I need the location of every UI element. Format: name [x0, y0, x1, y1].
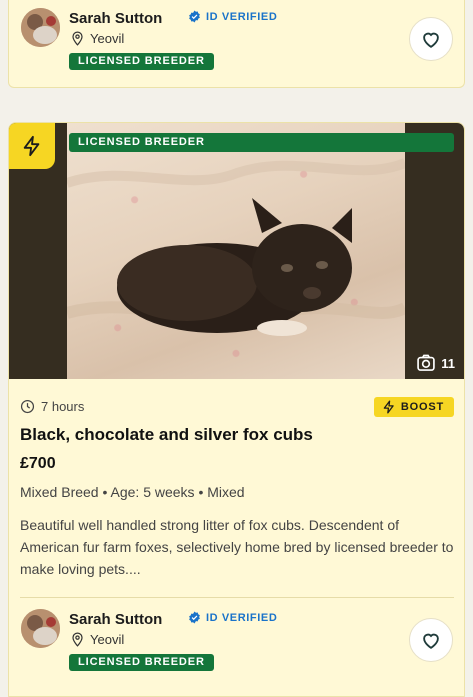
verified-check-icon — [188, 611, 201, 624]
clock-icon — [20, 399, 35, 414]
licensed-breeder-badge: LICENSED BREEDER — [69, 53, 214, 70]
avatar[interactable] — [21, 609, 60, 648]
listing-title[interactable]: Black, chocolate and silver fox cubs — [20, 425, 313, 445]
lightning-icon — [21, 135, 43, 157]
posted-time: 7 hours — [20, 399, 84, 414]
seller-name[interactable]: Sarah Sutton — [69, 10, 162, 27]
verified-check-icon — [188, 10, 201, 23]
fox-cub-image — [65, 123, 408, 379]
photo-count[interactable]: 11 — [416, 353, 455, 373]
heart-outline-icon — [420, 629, 442, 651]
boost-text: BOOST — [400, 401, 444, 413]
seller-location: Yeovil — [71, 31, 124, 46]
camera-icon — [416, 353, 436, 373]
listing-meta: Mixed Breed • Age: 5 weeks • Mixed — [20, 484, 245, 500]
boost-flag — [9, 123, 55, 169]
location-text: Yeovil — [90, 632, 125, 647]
favourite-button[interactable] — [409, 17, 453, 61]
location-pin-icon — [71, 632, 84, 647]
listing-photo[interactable]: LICENSED BREEDER 11 — [9, 123, 464, 379]
photo-licensed-breeder-badge: LICENSED BREEDER — [69, 133, 454, 152]
seller-name[interactable]: Sarah Sutton — [69, 611, 162, 628]
photo-count-text: 11 — [441, 355, 455, 371]
boost-badge: BOOST — [373, 397, 454, 417]
verified-text: ID VERIFIED — [206, 611, 278, 624]
location-text: Yeovil — [90, 31, 125, 46]
id-verified-label: ID VERIFIED — [188, 611, 277, 624]
time-text: 7 hours — [41, 399, 85, 414]
location-pin-icon — [71, 31, 84, 46]
seller-info: Sarah Sutton ID VERIFIED Yeovil LICENSED… — [9, 601, 464, 681]
lightning-icon — [382, 400, 396, 414]
avatar[interactable] — [21, 8, 60, 47]
previous-listing-card[interactable]: Sarah Sutton ID VERIFIED Yeovil LICENSED… — [8, 0, 465, 88]
seller-info: Sarah Sutton ID VERIFIED Yeovil LICENSED… — [9, 0, 466, 80]
heart-outline-icon — [420, 28, 442, 50]
seller-location: Yeovil — [71, 632, 124, 647]
listing-description: Beautiful well handled strong litter of … — [20, 517, 454, 577]
divider — [20, 597, 454, 598]
listing-card[interactable]: LICENSED BREEDER 11 7 hours BOOST Black,… — [8, 122, 465, 697]
id-verified-label: ID VERIFIED — [188, 10, 277, 23]
licensed-breeder-badge: LICENSED BREEDER — [69, 654, 214, 671]
listing-price: £700 — [20, 455, 56, 472]
favourite-button[interactable] — [409, 618, 453, 662]
verified-text: ID VERIFIED — [206, 10, 278, 23]
